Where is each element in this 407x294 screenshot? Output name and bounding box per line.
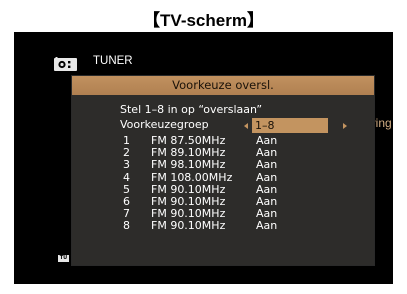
preset-number: 4 xyxy=(123,170,130,184)
preset-group-label: Voorkeuzegroep xyxy=(120,118,209,131)
source-label: TUNER xyxy=(93,55,133,67)
help-text: Stel 1–8 in op “overslaan” xyxy=(120,103,263,116)
preset-row[interactable]: 4 FM 108.00MHz Aan xyxy=(123,170,353,184)
preset-row[interactable]: 8 FM 90.10MHz Aan xyxy=(123,220,353,232)
preset-frequency: FM 90.10MHz xyxy=(151,219,226,233)
preset-state: Aan xyxy=(256,219,278,233)
preset-state: Aan xyxy=(256,170,278,184)
tuner-badge: TU xyxy=(58,255,69,262)
preset-state: Aan xyxy=(256,158,278,172)
preset-row[interactable]: 3 FM 98.10MHz Aan xyxy=(123,159,353,171)
preset-frequency: FM 108.00MHz xyxy=(151,170,233,184)
arrow-left-icon[interactable] xyxy=(244,123,248,129)
page-caption: 【TV-scherm】 xyxy=(143,11,264,30)
dialog-title: Voorkeuze oversl. xyxy=(72,76,374,95)
preset-group-selector[interactable]: 1–8 xyxy=(252,118,328,133)
tv-screen: TUNER aying Voorkeuze oversl. Stel 1–8 i… xyxy=(14,32,393,284)
preset-number: 8 xyxy=(123,219,130,233)
radio-icon xyxy=(54,57,77,71)
arrow-right-icon[interactable] xyxy=(343,123,347,129)
preset-frequency: FM 98.10MHz xyxy=(151,158,226,172)
preset-skip-dialog: Voorkeuze oversl. Stel 1–8 in op “oversl… xyxy=(71,75,375,266)
preset-list: 1 FM 87.50MHz Aan 2 FM 89.10MHz Aan 3 FM… xyxy=(123,134,353,233)
preset-number: 3 xyxy=(123,158,130,172)
